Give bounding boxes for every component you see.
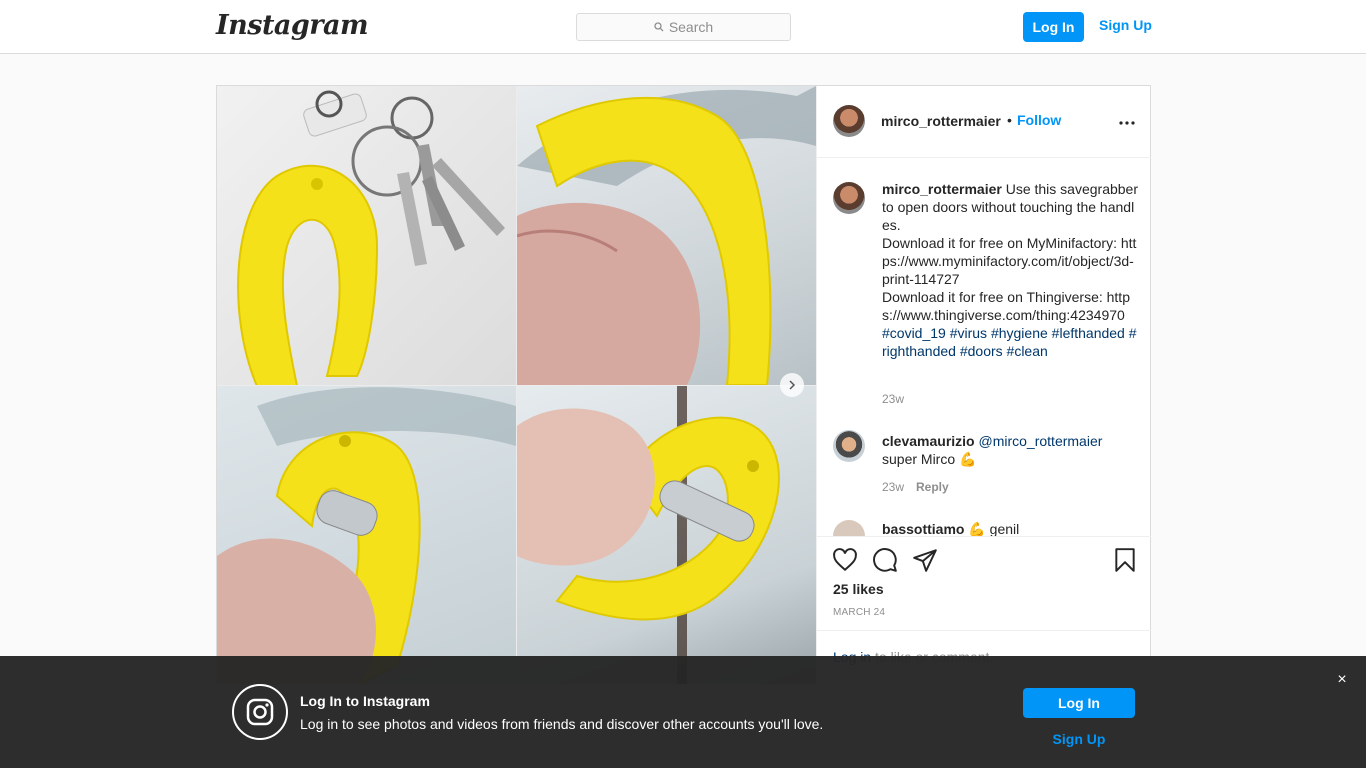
caption-author-avatar[interactable] xyxy=(833,182,865,214)
comment-username[interactable]: clevamaurizio xyxy=(882,433,975,449)
comment-item: clevamaurizio @mirco_rottermaier super M… xyxy=(882,432,1138,468)
carousel-next-button[interactable] xyxy=(780,373,804,397)
banner-text: Log in to see photos and videos from fri… xyxy=(300,716,824,732)
post-date[interactable]: MARCH 24 xyxy=(833,607,885,618)
search-placeholder: Search xyxy=(668,19,714,35)
grabber-grip-illustration xyxy=(517,386,780,684)
comment-text: super Mirco 💪 xyxy=(882,451,977,467)
grabber-hand-illustration xyxy=(517,86,816,385)
comments-section[interactable]: mirco_rottermaier Use this savegrabber t… xyxy=(817,158,1151,536)
post-sidebar: mirco_rottermaier • Follow mirco_rotterm… xyxy=(816,86,1151,684)
comment-meta: 23w Reply xyxy=(882,480,949,494)
signup-link[interactable]: Sign Up xyxy=(1099,17,1152,33)
keychain-illustration xyxy=(237,90,505,385)
chevron-right-icon xyxy=(789,380,796,390)
post-media-collage[interactable] xyxy=(217,86,816,684)
photo-grabber-pull xyxy=(217,386,516,684)
caption-timestamp[interactable]: 23w xyxy=(882,392,904,406)
heart-icon[interactable] xyxy=(832,547,858,573)
reply-button[interactable]: Reply xyxy=(916,480,949,494)
caption-text: mirco_rottermaier Use this savegrabber t… xyxy=(882,180,1138,360)
comment-mention[interactable]: @mirco_rottermaier xyxy=(979,433,1103,449)
banner-signup-link[interactable]: Sign Up xyxy=(1023,731,1135,747)
search-input[interactable]: Search xyxy=(576,13,791,41)
top-nav: Instagram Search Log In Sign Up xyxy=(0,0,1366,54)
post: mirco_rottermaier • Follow mirco_rotterm… xyxy=(216,85,1151,685)
instagram-logo[interactable]: Instagram xyxy=(216,10,369,41)
comment-username[interactable]: bassottiamo xyxy=(882,521,964,536)
photo-keychain xyxy=(217,86,516,385)
instagram-glyph-icon xyxy=(232,684,288,740)
login-banner: Log In to Instagram Log in to see photos… xyxy=(0,656,1366,768)
follow-button[interactable]: Follow xyxy=(1017,112,1061,128)
caption-line-3: Download it for free on Thingiverse: htt… xyxy=(882,289,1130,323)
comment-timestamp[interactable]: 23w xyxy=(882,480,904,494)
share-icon[interactable] xyxy=(912,547,938,573)
likes-count[interactable]: 25 likes xyxy=(833,581,884,597)
photo-grabber-grip xyxy=(517,386,816,684)
close-icon[interactable]: × xyxy=(1334,671,1350,688)
separator-dot: • xyxy=(1007,112,1012,128)
banner-login-button[interactable]: Log In xyxy=(1023,688,1135,718)
caption-username[interactable]: mirco_rottermaier xyxy=(882,181,1002,197)
banner-title: Log In to Instagram xyxy=(300,693,430,709)
comment-item: bassottiamo 💪 genil xyxy=(882,520,1019,536)
caption-line-2: Download it for free on MyMinifactory: h… xyxy=(882,235,1137,287)
comment-text: 💪 genil xyxy=(968,521,1020,536)
commenter-avatar[interactable] xyxy=(833,430,865,462)
photo-grabber-on-handle xyxy=(517,86,816,385)
bookmark-icon[interactable] xyxy=(1112,547,1138,573)
commenter-avatar[interactable] xyxy=(833,520,865,536)
post-actions: 25 likes MARCH 24 xyxy=(817,536,1151,630)
post-header: mirco_rottermaier • Follow xyxy=(817,86,1151,158)
author-avatar[interactable] xyxy=(833,105,865,137)
more-options-icon[interactable] xyxy=(1117,113,1137,133)
author-username[interactable]: mirco_rottermaier xyxy=(881,113,1001,129)
grabber-pull-illustration xyxy=(217,387,516,684)
login-button[interactable]: Log In xyxy=(1023,12,1084,42)
search-icon xyxy=(654,22,664,32)
caption-hashtags[interactable]: #covid_19 #virus #hygiene #lefthanded #r… xyxy=(882,324,1138,360)
comment-icon[interactable] xyxy=(872,547,898,573)
